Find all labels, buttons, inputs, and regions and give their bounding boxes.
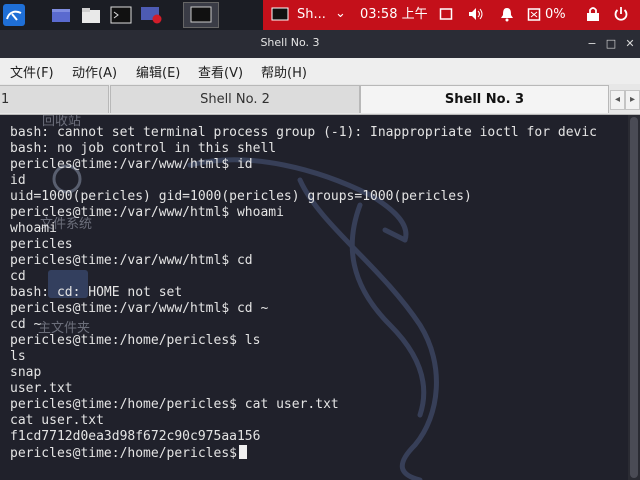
- terminal-line: pericles@time:/var/www/html$ cd ~: [10, 301, 269, 316]
- taskbar-app-icon[interactable]: [271, 6, 289, 28]
- terminal-line: ls: [10, 349, 26, 364]
- terminal-scrollbar[interactable]: [628, 115, 640, 480]
- menu-actions[interactable]: 动作(A): [72, 62, 117, 81]
- chevron-down-icon[interactable]: ⌄: [335, 5, 346, 23]
- screen-recorder-icon[interactable]: [140, 4, 162, 26]
- tab-shell-2[interactable]: Shell No. 2: [110, 85, 360, 113]
- terminal-line: f1cd7712d0ea3d98f672c90c975aa156: [10, 429, 261, 444]
- show-desktop-icon[interactable]: [50, 4, 72, 26]
- tray-area: Sh... ⌄ 03:58 上午 0%: [263, 0, 640, 30]
- terminal-line: cd: [10, 269, 26, 284]
- power-icon[interactable]: [613, 6, 629, 28]
- taskbar-app-label[interactable]: Sh...: [297, 6, 326, 24]
- menu-edit[interactable]: 编辑(E): [136, 62, 180, 81]
- window-titlebar[interactable]: Shell No. 3 − □ ✕: [0, 30, 640, 58]
- terminal-line: pericles@time:/var/www/html$ cd: [10, 253, 253, 268]
- menu-view[interactable]: 查看(V): [198, 62, 243, 81]
- tab-bar: 1 Shell No. 2 Shell No. 3 ◂ ▸: [0, 84, 640, 115]
- terminal-line: id: [10, 173, 26, 188]
- menu-file[interactable]: 文件(F): [10, 62, 54, 81]
- taskbar: Sh... ⌄ 03:58 上午 0%: [0, 0, 640, 30]
- tab-scroll-right-icon[interactable]: ▸: [625, 90, 640, 110]
- terminal-line: pericles@time:/var/www/html$ whoami: [10, 205, 284, 220]
- menu-help[interactable]: 帮助(H): [261, 62, 307, 81]
- terminal-prompt: pericles@time:/home/pericles$: [10, 446, 237, 461]
- terminal-line: cat user.txt: [10, 413, 104, 428]
- tab-shell-3[interactable]: Shell No. 3: [360, 85, 609, 113]
- terminal-line: bash: no job control in this shell: [10, 141, 277, 156]
- bell-icon[interactable]: [499, 6, 515, 28]
- terminal-line: bash: cannot set terminal process group …: [10, 125, 597, 140]
- lock-icon[interactable]: [586, 6, 600, 28]
- battery-percent: 0%: [545, 7, 566, 22]
- tab-scroll-left-icon[interactable]: ◂: [610, 90, 625, 110]
- terminal-line: bash: cd: HOME not set: [10, 285, 183, 300]
- active-terminal-window-icon[interactable]: [183, 2, 219, 28]
- terminal-cursor: [238, 445, 247, 459]
- minimize-button[interactable]: −: [585, 37, 599, 51]
- scrollbar-thumb[interactable]: [630, 117, 638, 478]
- terminal-line: uid=1000(pericles) gid=1000(pericles) gr…: [10, 189, 472, 204]
- close-button[interactable]: ✕: [623, 37, 637, 51]
- menu-bar: 文件(F) 动作(A) 编辑(E) 查看(V) 帮助(H): [0, 58, 640, 85]
- file-manager-icon[interactable]: [80, 4, 102, 26]
- battery-icon[interactable]: [527, 6, 541, 28]
- terminal-launcher-icon[interactable]: [110, 4, 132, 26]
- volume-icon[interactable]: [467, 6, 485, 28]
- window-title: Shell No. 3: [260, 36, 320, 49]
- terminal-line: user.txt: [10, 381, 73, 396]
- terminal-line: cd ~: [10, 317, 42, 332]
- terminal-line: pericles@time:/home/pericles$ ls: [10, 333, 261, 348]
- terminal-line: snap: [10, 365, 42, 380]
- terminal-line: pericles@time:/home/pericles$ cat user.t…: [10, 397, 339, 412]
- terminal-line: pericles@time:/var/www/html$ id: [10, 157, 253, 172]
- tab-shell-1[interactable]: 1: [0, 85, 109, 113]
- terminal-line: pericles: [10, 237, 73, 252]
- kali-menu-icon[interactable]: [3, 4, 25, 26]
- maximize-button[interactable]: □: [604, 37, 618, 51]
- clock[interactable]: 03:58 上午: [360, 6, 428, 24]
- terminal-view[interactable]: 回收站 文件系统 主文件夹 bash: cannot set terminal …: [0, 115, 628, 480]
- terminal-line: whoami: [10, 221, 57, 236]
- terminal-prompt-line[interactable]: pericles@time:/home/pericles$: [10, 445, 247, 462]
- notes-icon[interactable]: [439, 6, 453, 28]
